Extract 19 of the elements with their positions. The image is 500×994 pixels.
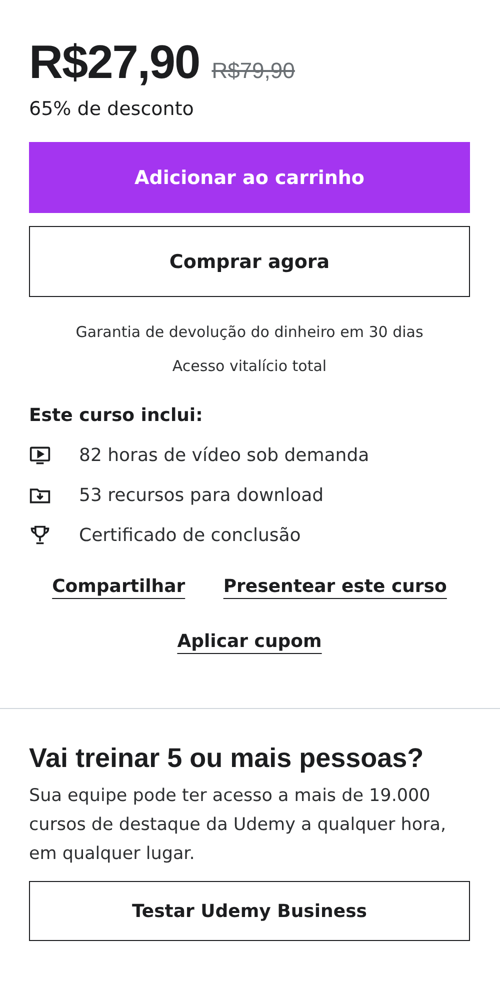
business-text: Sua equipe pode ter acesso a mais de 19.000 cursos de destaque da Udemy a qualquer hora, em qualquer lugar.: [29, 785, 448, 866]
video-icon: [29, 444, 51, 466]
gift-link[interactable]: Presentear este curso: [223, 576, 447, 597]
share-link[interactable]: Compartilhar: [52, 576, 186, 597]
coupon-link[interactable]: Aplicar cupom: [177, 631, 322, 652]
add-to-cart-button[interactable]: Adicionar ao carrinho: [29, 142, 470, 213]
includes-heading: Este curso inclui:: [29, 405, 204, 426]
guarantee-text: Garantia de devolução do dinheiro em 30 dias: [74, 323, 424, 341]
discount-text: 65% de desconto: [29, 98, 195, 120]
business-heading: Vai treinar 5 ou mais pessoas?: [29, 743, 425, 774]
buy-now-button[interactable]: Comprar agora: [29, 226, 470, 297]
current-price: R$27,90: [29, 34, 200, 90]
original-price: R$79,90: [212, 58, 295, 84]
feature-text: 53 recursos para download: [79, 484, 324, 506]
feature-text: Certificado de conclusão: [79, 524, 301, 546]
try-business-button[interactable]: Testar Udemy Business: [29, 881, 470, 941]
feature-text: 82 horas de vídeo sob demanda: [79, 444, 370, 466]
trophy-icon: [29, 524, 51, 546]
guarantee-text: Acesso vitalício total: [171, 357, 328, 375]
